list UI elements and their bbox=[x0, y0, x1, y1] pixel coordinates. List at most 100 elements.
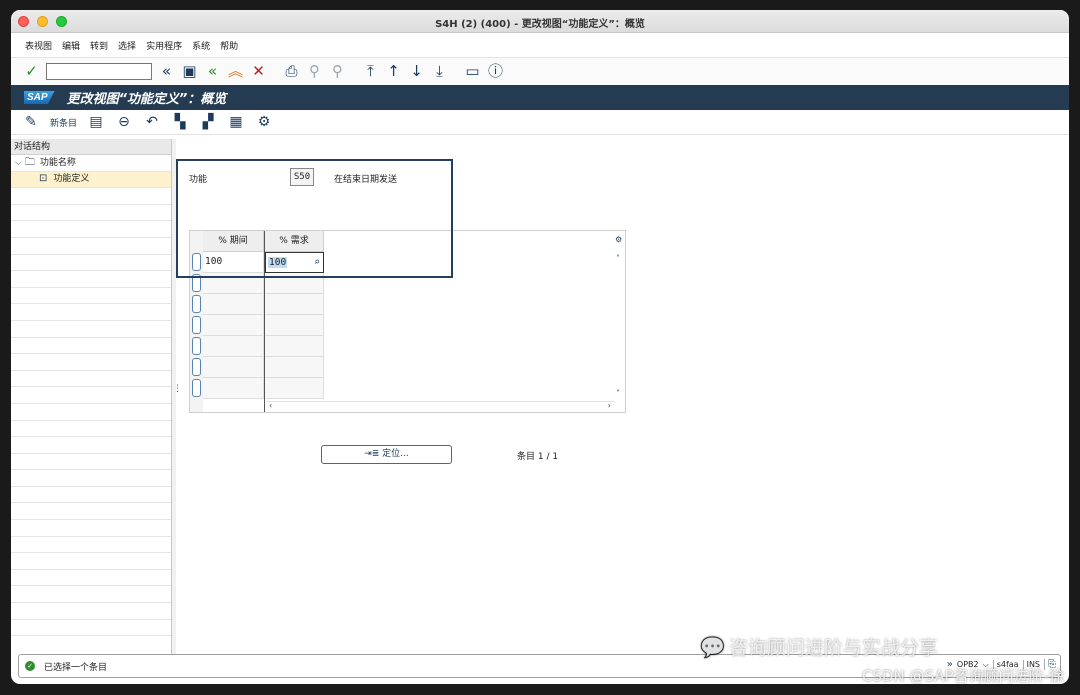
delete-icon[interactable]: ⊖ bbox=[115, 115, 133, 129]
tree-empty-row bbox=[11, 205, 171, 222]
select-block-icon[interactable]: ▞ bbox=[199, 115, 217, 129]
scroll-up-icon[interactable]: ˄ bbox=[616, 254, 620, 263]
tree-empty-row bbox=[11, 221, 171, 238]
empty-cell bbox=[203, 378, 264, 399]
tree-empty-row bbox=[11, 586, 171, 604]
menu-item-utilities[interactable]: 实用程序 bbox=[146, 39, 182, 52]
menu-item-system[interactable]: 系统 bbox=[192, 39, 210, 52]
screen-title: 更改视图“功能定义”：概览 bbox=[66, 92, 227, 107]
previous-page-icon[interactable]: ↑ bbox=[385, 63, 402, 80]
sap-logo: SAP bbox=[24, 91, 55, 104]
help-icon[interactable]: ⓘ bbox=[487, 63, 504, 80]
first-page-icon[interactable]: ⤒ bbox=[362, 63, 379, 80]
row-selector[interactable] bbox=[192, 379, 201, 397]
empty-cell bbox=[265, 336, 324, 357]
back-icon[interactable]: « bbox=[204, 63, 221, 80]
tree-empty-row bbox=[11, 603, 171, 620]
tree-empty-row bbox=[11, 304, 171, 321]
standard-toolbar: ✓ « ▣ « ︽ ✕ ⎙ ⚲ ⚲ ⤒ ↑ ↓ ⤓ ▭ ⓘ bbox=[11, 57, 1069, 85]
main-content: 对话结构 ⌵ 🗀 功能名称 ⊡ 功能定义 ⋮ 功能 S50 在结束日期发送 % … bbox=[11, 138, 1069, 654]
cancel-icon[interactable]: ✕ bbox=[250, 63, 267, 80]
sap-title-bar: SAP 更改视图“功能定义”：概览 bbox=[11, 85, 1069, 110]
menu-item-selection[interactable]: 选择 bbox=[118, 39, 136, 52]
table-settings-icon[interactable]: ⚙ bbox=[615, 235, 622, 244]
tree-empty-row bbox=[11, 387, 171, 404]
success-check-icon: ✓ bbox=[25, 661, 35, 671]
table-icon: ⊡ bbox=[39, 173, 48, 185]
tree-empty-row bbox=[11, 354, 171, 371]
row-selector[interactable] bbox=[192, 316, 201, 334]
folder-icon: 🗀 bbox=[24, 156, 35, 168]
row-selector[interactable] bbox=[192, 295, 201, 313]
detail-area: 功能 S50 在结束日期发送 % 期间 % 需求 100 100 ⌕ ⚙ ˄ ˅… bbox=[176, 138, 1069, 654]
tree-empty-row bbox=[11, 487, 171, 504]
tree-empty-row bbox=[11, 404, 171, 421]
scroll-left-icon[interactable]: ‹ bbox=[269, 401, 272, 410]
horizontal-scrollbar[interactable]: ‹ › bbox=[266, 401, 614, 412]
tree-empty-row bbox=[11, 620, 171, 637]
undo-change-icon[interactable]: ↶ bbox=[143, 115, 161, 129]
tree-empty-row bbox=[11, 470, 171, 487]
tree-empty-row bbox=[11, 437, 171, 454]
new-session-icon[interactable]: ▭ bbox=[464, 63, 481, 80]
csdn-watermark: CSDN @SAP咨询顾问进阶-徐 bbox=[861, 667, 1064, 685]
command-field[interactable] bbox=[46, 63, 152, 80]
empty-cell bbox=[265, 315, 324, 336]
scroll-down-icon[interactable]: ˅ bbox=[616, 389, 620, 398]
deselect-all-icon[interactable]: ▦ bbox=[227, 115, 245, 129]
find-icon[interactable]: ⚲ bbox=[306, 63, 323, 80]
row-selector[interactable] bbox=[192, 337, 201, 355]
find-next-icon[interactable]: ⚲ bbox=[329, 63, 346, 80]
title-bar: S4H (2) (400) - 更改视图“功能定义”：概览 bbox=[11, 10, 1069, 33]
next-page-icon[interactable]: ↓ bbox=[408, 63, 425, 80]
empty-cell bbox=[203, 315, 264, 336]
tree-empty-row bbox=[11, 371, 171, 388]
display-change-icon[interactable]: ✎ bbox=[22, 115, 40, 129]
empty-cell bbox=[265, 357, 324, 378]
tree-empty-row bbox=[11, 537, 171, 554]
tree-empty-row bbox=[11, 288, 171, 305]
dialog-structure-tree: 对话结构 ⌵ 🗀 功能名称 ⊡ 功能定义 bbox=[11, 139, 172, 654]
tree-empty-row bbox=[11, 271, 171, 288]
tree-node-function-definition[interactable]: ⊡ 功能定义 bbox=[11, 171, 171, 189]
copy-as-icon[interactable]: ▤ bbox=[87, 115, 105, 129]
new-entries-button[interactable]: 新条目 bbox=[50, 116, 77, 129]
menu-item-edit[interactable]: 编辑 bbox=[62, 39, 80, 52]
empty-cell bbox=[203, 336, 264, 357]
empty-cell bbox=[203, 294, 264, 315]
tree-empty-row bbox=[11, 321, 171, 338]
entry-count: 条目 1 / 1 bbox=[517, 452, 559, 462]
vertical-scrollbar[interactable]: ⚙ ˄ ˅ bbox=[614, 231, 625, 412]
position-button[interactable]: ⇥≣ 定位... bbox=[321, 445, 452, 464]
tree-empty-row bbox=[11, 188, 171, 205]
highlight-annotation-box bbox=[176, 159, 453, 278]
collapse-command-icon[interactable]: « bbox=[158, 63, 175, 80]
last-page-icon[interactable]: ⤓ bbox=[431, 63, 448, 80]
print-icon[interactable]: ⎙ bbox=[283, 63, 300, 80]
chevron-down-icon[interactable]: ⌵ bbox=[15, 155, 22, 171]
exit-icon[interactable]: ︽ bbox=[227, 63, 244, 80]
menu-item-help[interactable]: 帮助 bbox=[220, 39, 238, 52]
enter-check-icon[interactable]: ✓ bbox=[23, 63, 40, 80]
empty-cell bbox=[265, 378, 324, 399]
menu-item-table-view[interactable]: 表视图 bbox=[25, 39, 52, 52]
tree-empty-row bbox=[11, 570, 171, 587]
menu-item-goto[interactable]: 转到 bbox=[90, 39, 108, 52]
menu-bar: 表视图 编辑 转到 选择 实用程序 系统 帮助 bbox=[11, 33, 1069, 57]
status-message: 已选择一个条目 bbox=[44, 662, 108, 673]
scroll-right-icon[interactable]: › bbox=[608, 401, 611, 410]
row-selector[interactable] bbox=[192, 358, 201, 376]
tree-empty-row bbox=[11, 255, 171, 272]
tree-header: 对话结构 bbox=[11, 139, 171, 155]
watermark-text: 咨询顾问进阶与实战分享 bbox=[728, 637, 938, 659]
empty-cell bbox=[203, 357, 264, 378]
tree-empty-row bbox=[11, 520, 171, 537]
tree-empty-row bbox=[11, 338, 171, 355]
tree-empty-row bbox=[11, 553, 171, 570]
save-icon[interactable]: ▣ bbox=[181, 63, 198, 80]
tree-node-label: 功能定义 bbox=[53, 174, 90, 185]
tree-node-function-name[interactable]: ⌵ 🗀 功能名称 bbox=[11, 155, 171, 172]
config-icon[interactable]: ⚙ bbox=[255, 115, 273, 129]
tree-empty-row bbox=[11, 421, 171, 438]
select-all-icon[interactable]: ▚ bbox=[171, 115, 189, 129]
